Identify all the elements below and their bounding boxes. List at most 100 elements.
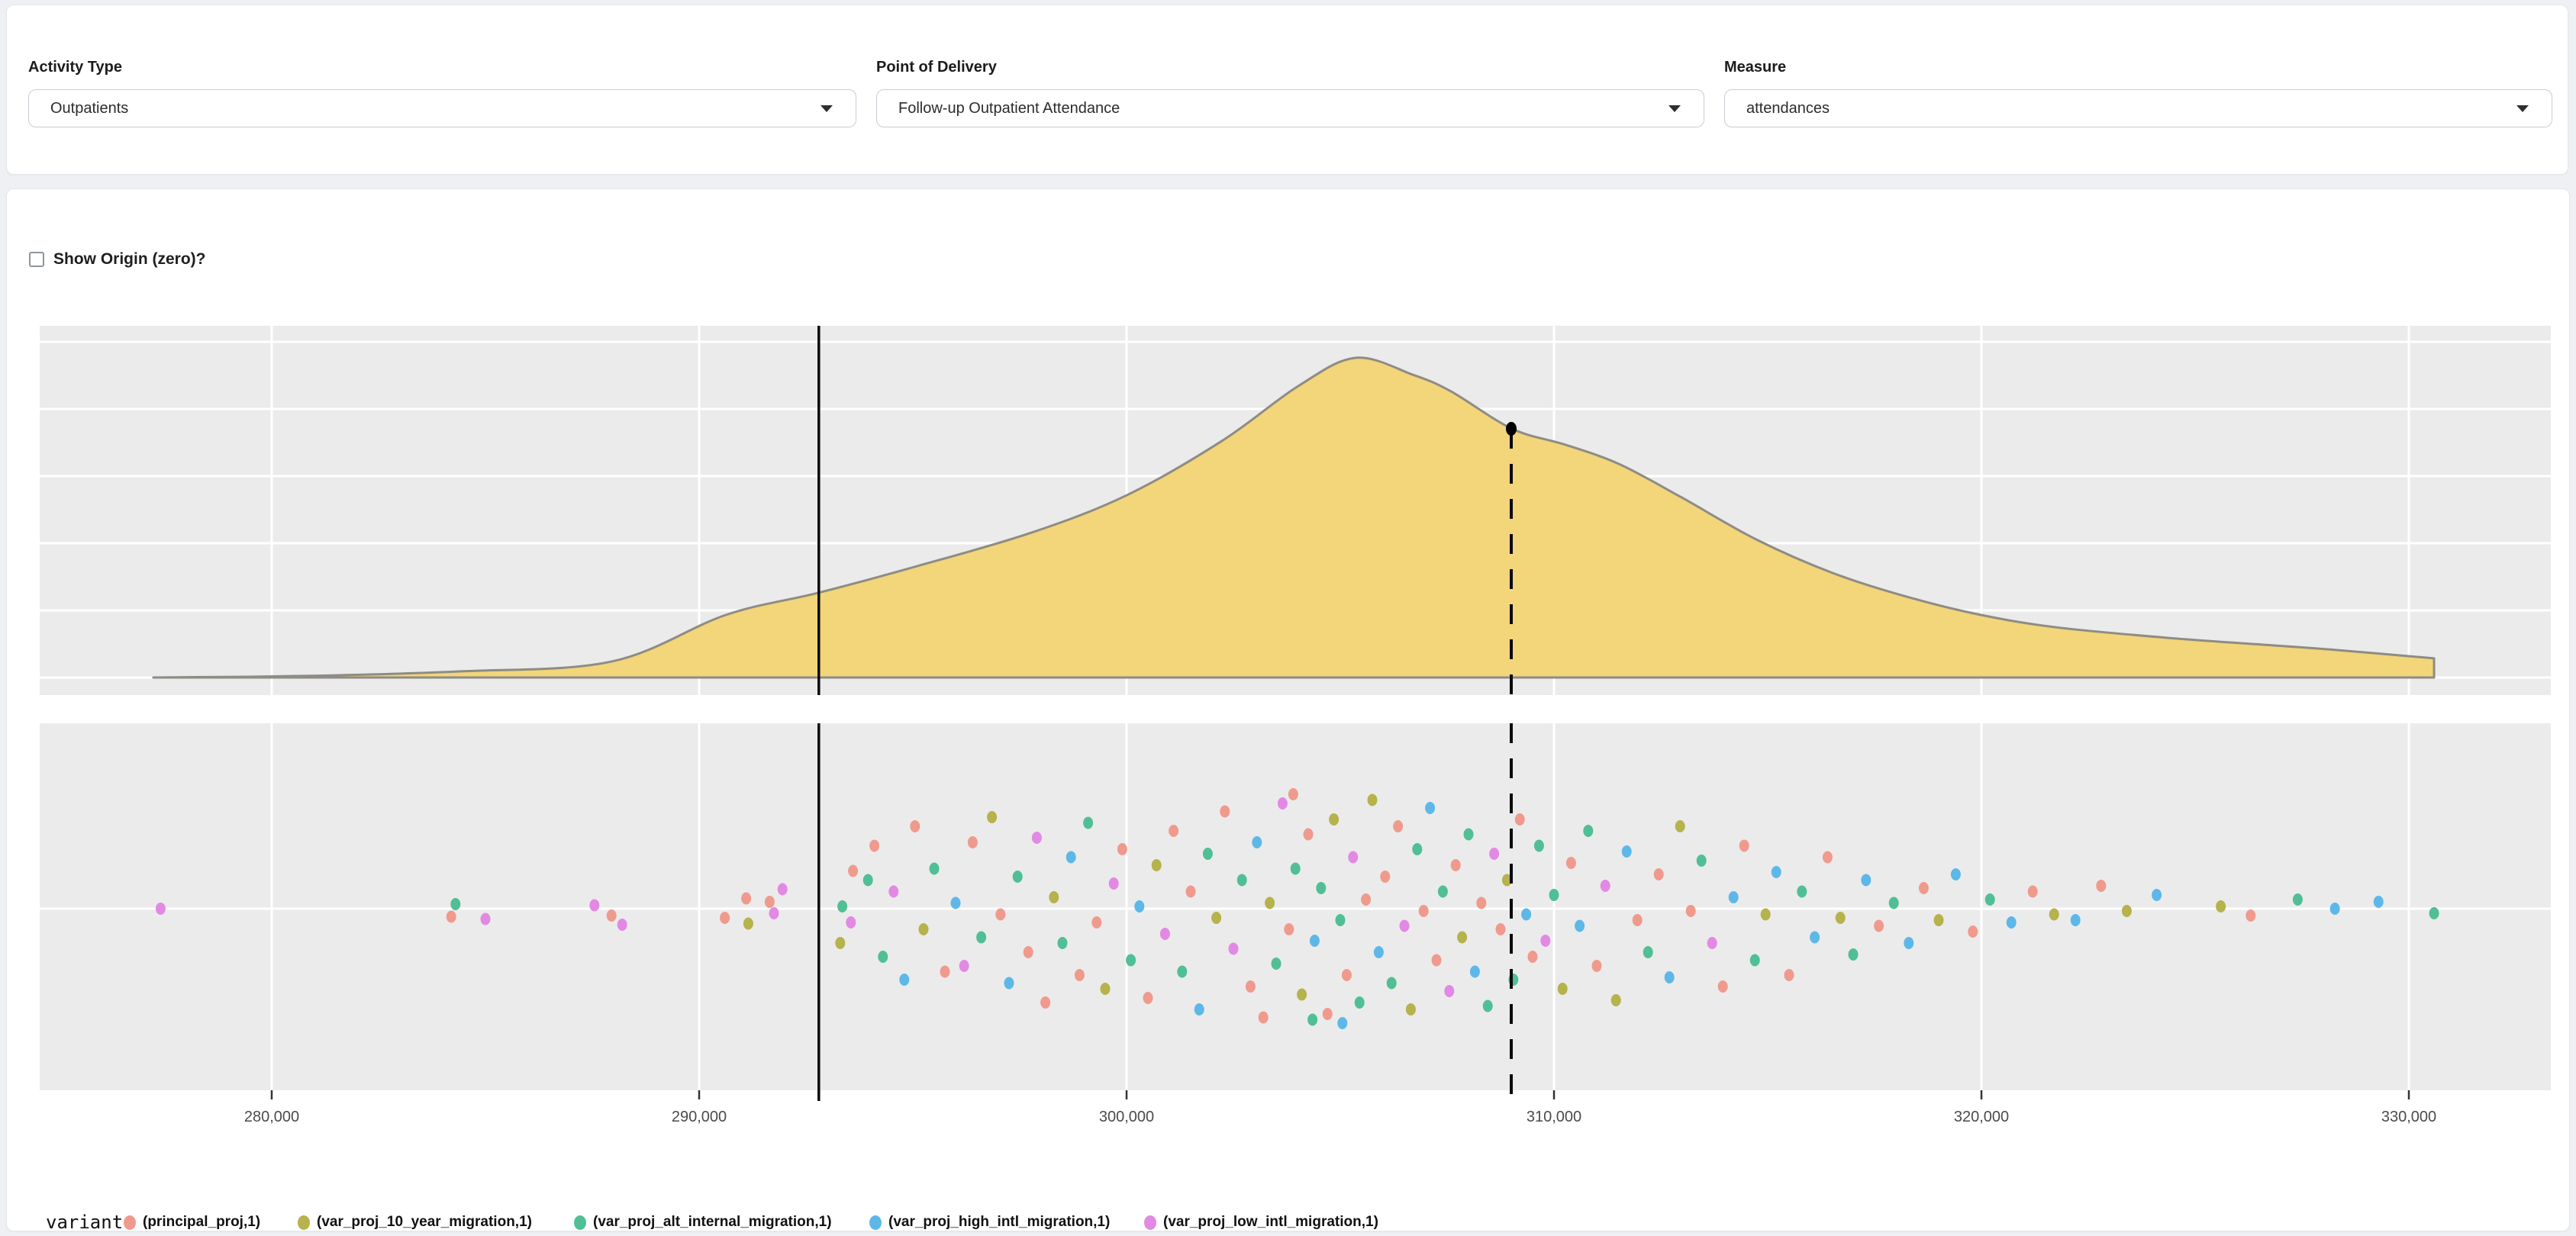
show-origin-label: Show Origin (zero)? bbox=[53, 250, 206, 269]
jitter-point bbox=[769, 907, 779, 919]
jitter-point bbox=[1066, 851, 1076, 864]
jitter-point bbox=[869, 840, 879, 852]
legend-item-label: (var_proj_high_intl_migration,1) bbox=[888, 1214, 1110, 1231]
plot-card: Show Origin (zero)? 280,000 290,000 300,00… bbox=[6, 188, 2570, 1231]
jitter-point bbox=[878, 951, 888, 963]
x-axis-tick-label: 290,000 bbox=[672, 1107, 727, 1127]
jitter-point bbox=[1291, 863, 1301, 875]
density-panel bbox=[40, 326, 2551, 695]
jitter-point bbox=[888, 886, 898, 898]
jitter-point bbox=[1540, 935, 1550, 947]
jitter-point bbox=[1075, 969, 1085, 981]
jitter-point bbox=[940, 966, 950, 978]
jitter-point bbox=[1665, 971, 1675, 983]
point-of-delivery-value: Follow-up Outpatient Attendance bbox=[898, 100, 1668, 117]
jitter-point bbox=[2429, 907, 2439, 919]
filter-activity-type: Activity Type Outpatients bbox=[28, 59, 856, 174]
jitter-point bbox=[1968, 925, 1978, 938]
jitter-point bbox=[2374, 896, 2384, 908]
jitter-point bbox=[2246, 909, 2255, 922]
jitter-point bbox=[765, 896, 775, 908]
legend-item-label: (var_proj_10_year_migration,1) bbox=[317, 1214, 532, 1231]
jitter-point bbox=[1278, 797, 1288, 810]
jitter-point bbox=[1729, 891, 1739, 903]
jitter-point bbox=[1476, 897, 1486, 909]
x-axis-tick-label: 320,000 bbox=[1954, 1107, 2009, 1127]
show-origin-checkbox[interactable] bbox=[29, 252, 44, 267]
jitter-point bbox=[1316, 882, 1326, 894]
jitter-point bbox=[2071, 914, 2081, 926]
jitter-point bbox=[1329, 813, 1339, 826]
jitter-point bbox=[1040, 996, 1050, 1009]
jitter-point bbox=[835, 937, 845, 949]
legend-swatch-icon bbox=[124, 1215, 136, 1230]
jitter-point bbox=[1304, 829, 1314, 841]
jitter-point bbox=[1515, 813, 1525, 826]
jitter-point bbox=[1521, 909, 1531, 921]
jitter-point bbox=[1160, 928, 1170, 940]
chevron-down-icon bbox=[1668, 105, 1681, 112]
jitter-point bbox=[968, 836, 978, 848]
x-axis-tick-label: 280,000 bbox=[244, 1107, 299, 1127]
legend-swatch-icon bbox=[1144, 1215, 1156, 1230]
jitter-point bbox=[1237, 874, 1247, 887]
jitter-point bbox=[1772, 866, 1781, 878]
jitter-point bbox=[1310, 935, 1320, 947]
jitter-point bbox=[1611, 994, 1621, 1006]
jitter-point bbox=[1177, 966, 1187, 978]
legend-swatch-icon bbox=[574, 1215, 586, 1230]
jitter-point bbox=[1374, 946, 1384, 958]
legend-item: (principal_proj,1) bbox=[124, 1212, 260, 1233]
chevron-down-icon bbox=[2516, 105, 2529, 112]
jitter-point bbox=[1336, 914, 1346, 926]
legend-swatch-icon bbox=[298, 1215, 310, 1230]
jitter-point bbox=[1575, 920, 1585, 932]
jitter-point bbox=[1323, 1008, 1333, 1020]
activity-type-label: Activity Type bbox=[28, 59, 856, 76]
jitter-point bbox=[1549, 889, 1559, 901]
jitter-point bbox=[1203, 848, 1213, 860]
jitter-point bbox=[1220, 806, 1230, 818]
jitter-point bbox=[1265, 897, 1275, 909]
jitter-point bbox=[1432, 954, 1442, 967]
jitter-point bbox=[720, 912, 730, 924]
legend-item: (var_proj_high_intl_migration,1) bbox=[869, 1212, 1110, 1233]
point-of-delivery-select[interactable]: Follow-up Outpatient Attendance bbox=[876, 89, 1704, 127]
jitter-point bbox=[2007, 916, 2017, 929]
jitter-point bbox=[2122, 905, 2132, 917]
jitter-point bbox=[1337, 1017, 1347, 1029]
jitter-point bbox=[1195, 1003, 1204, 1016]
legend-item-label: (var_proj_low_intl_migration,1) bbox=[1163, 1214, 1378, 1231]
activity-type-select[interactable]: Outpatients bbox=[28, 89, 856, 127]
jitter-point bbox=[951, 897, 961, 909]
jitter-point bbox=[1152, 859, 1162, 871]
jitter-point bbox=[1126, 954, 1136, 967]
x-axis-tick-label: 300,000 bbox=[1099, 1107, 1154, 1127]
jitter-point bbox=[1496, 923, 1506, 935]
jitter-point bbox=[743, 918, 753, 930]
jitter-point bbox=[1419, 905, 1429, 917]
jitter-point bbox=[617, 919, 627, 931]
jitter-point bbox=[1272, 958, 1282, 970]
jitter-point bbox=[987, 811, 997, 823]
jitter-point bbox=[1297, 989, 1307, 1001]
jitter-point bbox=[1934, 914, 1944, 926]
jitter-point bbox=[1718, 980, 1728, 993]
jitter-point bbox=[1457, 932, 1467, 944]
jitter-point bbox=[863, 874, 873, 887]
jitter-point bbox=[1400, 920, 1410, 932]
jitter-point bbox=[1229, 943, 1239, 955]
jitter-point bbox=[1601, 880, 1610, 892]
jitter-point bbox=[1919, 882, 1929, 894]
jitter-point bbox=[1186, 886, 1196, 898]
jitter-point bbox=[2330, 903, 2340, 915]
jitter-point bbox=[899, 974, 909, 986]
legend-item: (var_proj_alt_internal_migration,1) bbox=[574, 1212, 832, 1233]
jitter-point bbox=[930, 863, 940, 875]
jitter-point bbox=[589, 900, 599, 912]
measure-select[interactable]: attendances bbox=[1724, 89, 2552, 127]
jitter-point bbox=[1849, 948, 1859, 961]
jitter-point bbox=[1348, 851, 1358, 864]
jitter-point bbox=[1566, 857, 1576, 869]
jitter-point bbox=[1654, 868, 1664, 880]
